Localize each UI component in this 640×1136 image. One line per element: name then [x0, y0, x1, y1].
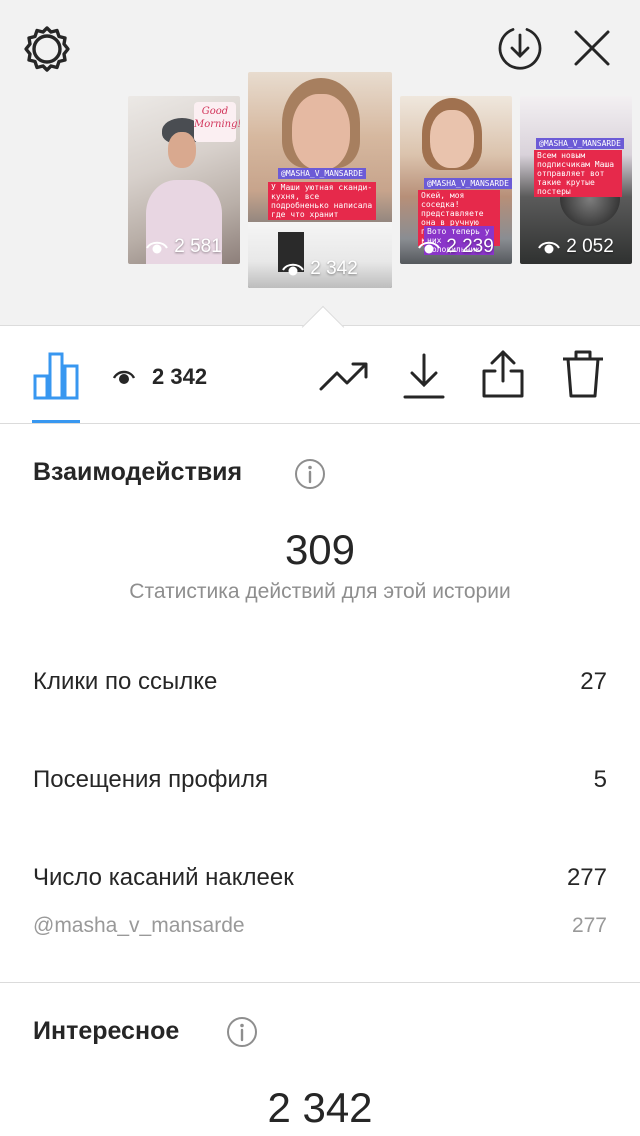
mention-sticker: @MASHA_V_MANSARDE	[278, 168, 366, 179]
good-morning-sign: Good Morning!	[194, 102, 240, 142]
interactions-total: 309	[284, 526, 356, 573]
story-toolbar: 2 342	[0, 326, 640, 424]
mention-sticker: @MASHA_V_MANSARDE	[536, 138, 624, 149]
story-views-count: 2 342	[310, 258, 358, 279]
stat-sub-label: @masha_v_mansarde	[33, 914, 245, 937]
story-views: 2 239	[400, 236, 512, 258]
stat-value: 27	[580, 668, 607, 695]
trash-icon[interactable]	[560, 348, 606, 400]
views-count: 2 342	[152, 364, 208, 389]
story-views-count: 2 581	[174, 236, 222, 257]
stat-row-link-clicks: Клики по ссылке 27	[33, 668, 607, 696]
eye-icon	[418, 241, 441, 254]
close-icon[interactable]	[568, 22, 616, 74]
stat-label: Посещения профиля	[33, 766, 268, 793]
active-tab-indicator	[32, 420, 80, 423]
story-views-count: 2 052	[566, 236, 614, 257]
mention-sticker: @MASHA_V_MANSARDE	[424, 178, 512, 189]
eye-icon	[146, 241, 169, 254]
settings-gear-icon[interactable]	[20, 22, 74, 76]
story-views: 2 052	[520, 236, 632, 258]
story-thumbnail[interactable]: @MASHA_V_MANSARDE Окей, моя соседка! пре…	[400, 96, 512, 264]
stat-label: Число касаний наклеек	[33, 864, 294, 891]
bar-chart-icon[interactable]	[30, 348, 82, 402]
stat-label: Клики по ссылке	[33, 668, 218, 695]
info-icon[interactable]	[294, 458, 326, 490]
stat-subrow-mention: @masha_v_mansarde 277	[33, 914, 607, 938]
download-icon[interactable]	[402, 352, 446, 400]
discovery-title: Интересное	[33, 1017, 180, 1045]
stat-sub-value: 277	[571, 914, 607, 937]
interactions-subtitle: Статистика действий для этой истории	[129, 580, 511, 603]
stat-value: 277	[566, 864, 607, 891]
section-divider	[0, 982, 640, 983]
eye-icon	[112, 370, 136, 384]
interactions-title: Взаимодействия	[33, 458, 243, 486]
info-icon[interactable]	[226, 1016, 258, 1048]
story-caption: Всем новым подписчикам Маша отправляет в…	[534, 150, 622, 197]
story-thumbnail[interactable]: Good Morning! 2 581	[128, 96, 240, 264]
eye-icon	[538, 241, 561, 254]
download-circle-icon[interactable]	[494, 22, 546, 74]
views-stat: 2 342	[112, 362, 207, 392]
story-views: 2 581	[128, 236, 240, 258]
stat-row-profile-visits: Посещения профиля 5	[33, 766, 607, 794]
share-icon[interactable]	[480, 348, 526, 400]
eye-icon	[282, 263, 305, 276]
stat-row-sticker-taps: Число касаний наклеек 277	[33, 864, 607, 892]
story-views: 2 342	[248, 258, 392, 280]
story-thumbnail-selected[interactable]: @MASHA_V_MANSARDE У Маши уютная сканди-к…	[248, 72, 392, 288]
story-views-count: 2 239	[446, 236, 494, 257]
stat-value: 5	[593, 766, 607, 793]
story-caption: У Маши уютная сканди-кухня, все подробне…	[268, 182, 376, 220]
discovery-total: 2 342	[267, 1084, 373, 1131]
trending-up-icon[interactable]	[318, 356, 370, 396]
story-thumbnail[interactable]: @MASHA_V_MANSARDE Всем новым подписчикам…	[520, 96, 632, 264]
story-strip: Good Morning! 2 581 @MASHA_V_MANSARDE У …	[0, 0, 640, 326]
